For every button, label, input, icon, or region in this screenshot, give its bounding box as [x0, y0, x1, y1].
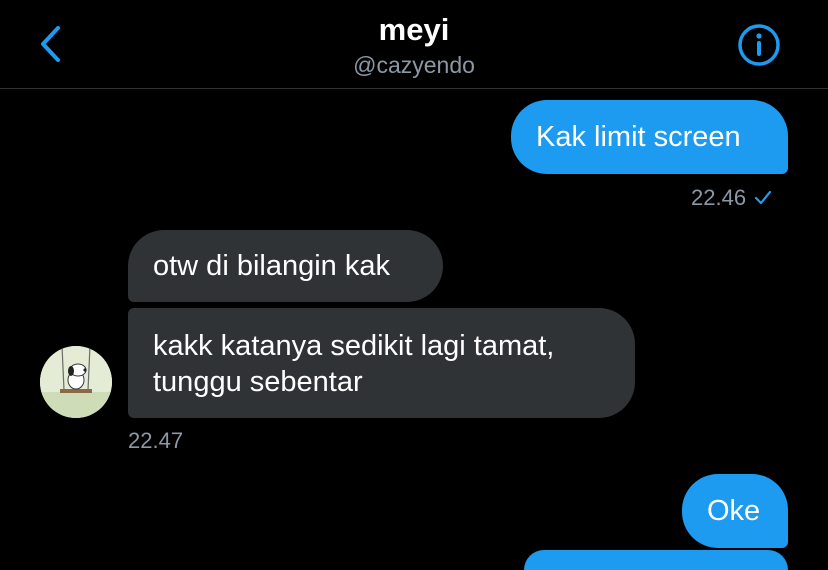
conversation-header: meyi @cazyendo	[0, 0, 828, 89]
info-circle-icon	[738, 24, 780, 66]
conversation-title: meyi	[378, 12, 450, 47]
message-text: Oke	[707, 495, 761, 527]
message-bubble-received[interactable]: kakk katanya sedikit lagi tamat, tunggu …	[128, 308, 635, 418]
conversation-info-button[interactable]	[736, 22, 782, 68]
checkmark-icon	[754, 190, 772, 205]
message-bubble-sent[interactable]: Kak limit screen	[511, 100, 788, 174]
message-bubble-received[interactable]: otw di bilangin kak	[128, 230, 443, 302]
message-timestamp: 22.46	[691, 185, 772, 211]
avatar[interactable]	[40, 346, 112, 418]
timestamp-text: 22.46	[691, 185, 747, 210]
message-text: otw di bilangin kak	[153, 250, 390, 282]
snoopy-avatar-icon	[40, 346, 112, 418]
conversation-handle: @cazyendo	[353, 52, 475, 78]
message-text: kakk katanya sedikit lagi tamat, tunggu …	[153, 330, 555, 398]
message-text: Kak limit screen	[536, 121, 741, 153]
message-bubble-sent[interactable]: Oke	[682, 474, 788, 548]
conversation-title-block[interactable]: meyi @cazyendo	[0, 10, 828, 80]
message-timestamp: 22.47	[128, 428, 184, 453]
message-bubble-sent-partial[interactable]	[524, 550, 788, 570]
